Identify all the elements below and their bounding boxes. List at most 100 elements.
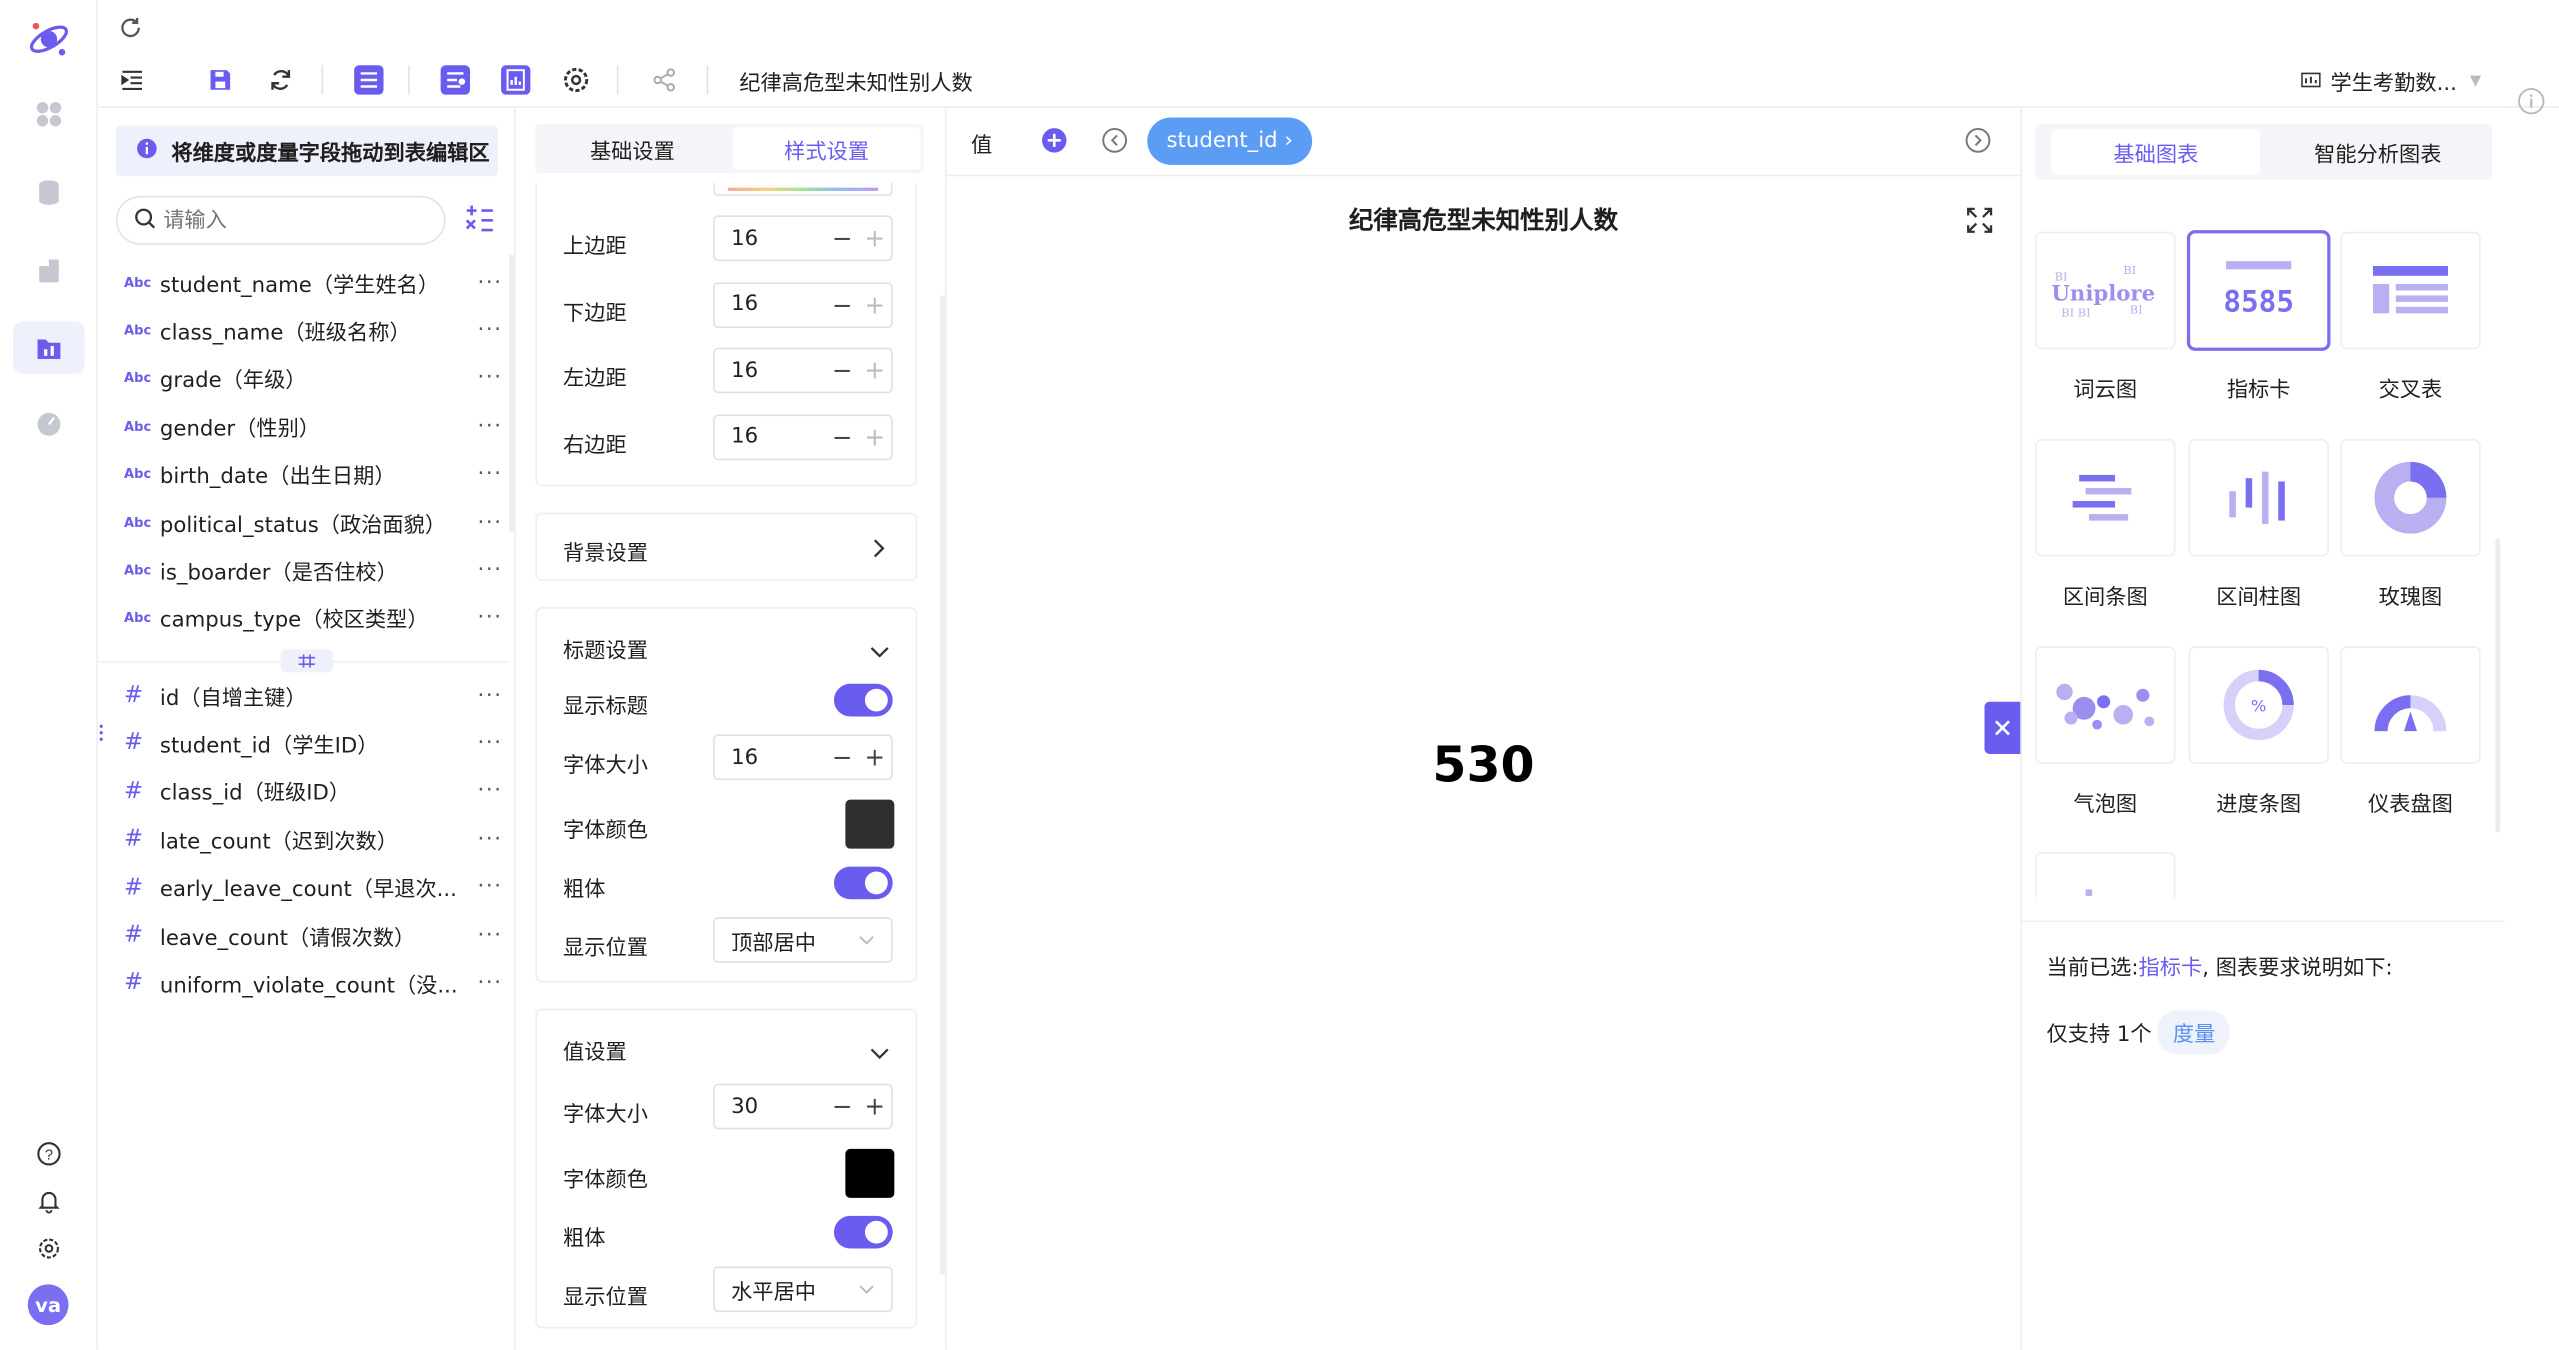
chart-tile-bubble[interactable] [2035, 646, 2176, 764]
user-avatar[interactable]: va [27, 1284, 69, 1326]
chart-tile-gauge[interactable] [2340, 646, 2481, 764]
dimension-field-item[interactable]: Abc grade（年级） ··· [124, 357, 503, 399]
chart-tile-more[interactable] [2035, 851, 2176, 898]
value-position-select[interactable]: 水平居中 [713, 1266, 893, 1313]
tab-basic-settings[interactable]: 基础设置 [539, 127, 727, 169]
minus-icon[interactable]: − [826, 290, 859, 319]
margin-stepper[interactable]: 16 − + [713, 215, 893, 262]
field-more-icon[interactable]: ··· [470, 683, 503, 707]
margin-stepper[interactable]: 16 − + [713, 347, 893, 394]
field-more-icon[interactable]: ··· [470, 462, 503, 486]
plus-icon[interactable]: + [858, 743, 891, 772]
tab-basic-charts[interactable]: 基础图表 [2051, 128, 2261, 175]
add-value-icon[interactable] [1041, 127, 1067, 153]
value-font-color-swatch[interactable] [845, 1148, 895, 1198]
field-more-icon[interactable]: ··· [470, 366, 503, 390]
margin-stepper[interactable]: 16 − + [713, 281, 893, 328]
tab-smart-charts[interactable]: 智能分析图表 [2273, 129, 2482, 175]
minus-icon[interactable]: − [826, 224, 859, 253]
chart-panel-icon[interactable] [498, 62, 534, 98]
field-more-icon[interactable]: ··· [470, 510, 503, 534]
nav-dataset-icon[interactable] [13, 245, 85, 297]
show-title-toggle[interactable] [833, 683, 893, 717]
title-position-select[interactable]: 顶部居中 [713, 917, 893, 963]
field-more-icon[interactable]: ··· [470, 606, 503, 630]
value-font-size-stepper[interactable]: 30 − + [713, 1083, 893, 1130]
background-settings[interactable]: 背景设置 [535, 512, 918, 581]
dimension-field-item[interactable]: Abc political_status（政治面貌） ··· [124, 501, 503, 543]
close-panel-icon[interactable] [1984, 701, 2021, 754]
field-chip-student-id[interactable]: student_id › [1147, 117, 1313, 165]
minus-icon[interactable]: − [826, 743, 859, 772]
save-icon[interactable] [202, 62, 238, 98]
measure-field-item[interactable]: # early_leave_count（早退次... ··· [124, 866, 503, 908]
fullscreen-icon[interactable] [1965, 206, 1994, 235]
chart-tile-metric-card[interactable]: 8585 [2188, 231, 2329, 350]
refresh-icon[interactable] [118, 15, 147, 44]
chart-tile-rose[interactable] [2340, 439, 2481, 557]
dimension-field-item[interactable]: Abc birth_date（出生日期） ··· [124, 453, 503, 495]
measure-field-item[interactable]: # leave_count（请假次数） ··· [124, 914, 503, 956]
chart-tile-range-bar[interactable] [2035, 439, 2176, 557]
chart-list-scrollbar[interactable] [2495, 538, 2501, 833]
field-more-icon[interactable]: ··· [470, 318, 503, 342]
value-bold-toggle[interactable] [833, 1215, 893, 1249]
indent-icon[interactable] [114, 62, 150, 98]
plus-icon[interactable]: + [858, 1092, 891, 1121]
plus-icon[interactable]: + [858, 422, 891, 451]
field-more-icon[interactable]: ··· [470, 923, 503, 947]
measure-field-item[interactable]: # late_count（迟到次数） ··· [124, 818, 503, 860]
help-icon[interactable]: ? [13, 1128, 85, 1180]
chart-tile-progress[interactable]: % [2188, 646, 2329, 764]
dimension-field-item[interactable]: Abc student_name（学生姓名） ··· [124, 261, 503, 303]
measure-field-item[interactable]: # student_id（学生ID） ··· [124, 722, 503, 764]
field-more-icon[interactable]: ··· [470, 875, 503, 899]
add-calculated-field-icon[interactable] [463, 204, 496, 237]
measure-field-item[interactable]: # class_id（班级ID） ··· [124, 770, 503, 812]
share-icon[interactable] [646, 62, 682, 98]
chevron-down-icon[interactable] [868, 635, 891, 666]
settings-scrollbar[interactable] [940, 295, 945, 1275]
minus-icon[interactable]: − [826, 422, 859, 451]
plus-icon[interactable]: + [858, 356, 891, 385]
chevron-down-icon[interactable] [868, 1036, 891, 1067]
field-more-icon[interactable]: ··· [470, 414, 503, 438]
dimension-field-item[interactable]: Abc campus_type（校区类型） ··· [124, 597, 503, 639]
tab-style-settings[interactable]: 样式设置 [732, 127, 921, 170]
settings-gear-icon[interactable] [13, 1222, 85, 1274]
margin-stepper[interactable]: 16 − + [713, 413, 893, 460]
chart-tile-wordcloud[interactable]: BI BI Uniplore BI BI BI [2035, 231, 2176, 350]
field-search[interactable] [115, 195, 446, 245]
measure-field-item[interactable]: # id（自增主键） ··· [124, 674, 503, 716]
plus-icon[interactable]: + [858, 224, 891, 253]
bell-icon[interactable] [13, 1175, 85, 1227]
title-font-color-swatch[interactable] [845, 799, 895, 849]
field-more-icon[interactable]: ··· [470, 731, 503, 755]
filter-panel-icon[interactable] [437, 62, 473, 98]
dimension-field-item[interactable]: Abc is_boarder（是否住校） ··· [124, 549, 503, 591]
nav-analysis-icon[interactable] [13, 321, 85, 374]
scroll-left-icon[interactable] [1102, 127, 1128, 153]
field-more-icon[interactable]: ··· [470, 827, 503, 851]
scroll-right-icon[interactable] [1965, 127, 1991, 153]
title-bold-toggle[interactable] [833, 866, 893, 900]
info-icon[interactable] [2517, 86, 2546, 115]
nav-database-icon[interactable] [13, 166, 85, 218]
field-more-icon[interactable]: ··· [470, 270, 503, 294]
field-scrollbar[interactable] [509, 254, 515, 533]
data-table-icon[interactable] [351, 62, 387, 98]
chart-tile-crosstab[interactable] [2340, 231, 2481, 350]
sync-icon[interactable] [263, 62, 299, 98]
plus-icon[interactable]: + [858, 290, 891, 319]
field-more-icon[interactable]: ··· [470, 558, 503, 582]
dimension-field-item[interactable]: Abc gender（性别） ··· [124, 405, 503, 447]
measure-field-item[interactable]: # uniform_violate_count（没... ··· [124, 962, 503, 1004]
nav-dashboard-icon[interactable] [13, 398, 85, 450]
drag-dots-icon[interactable] [98, 720, 105, 743]
search-input[interactable] [163, 208, 408, 233]
field-more-icon[interactable]: ··· [470, 779, 503, 803]
style-gear-icon[interactable] [558, 62, 594, 98]
dataset-selector[interactable]: 学生考勤数... ▼ [2301, 65, 2481, 96]
minus-icon[interactable]: − [826, 1092, 859, 1121]
split-handle-icon[interactable] [280, 649, 333, 673]
